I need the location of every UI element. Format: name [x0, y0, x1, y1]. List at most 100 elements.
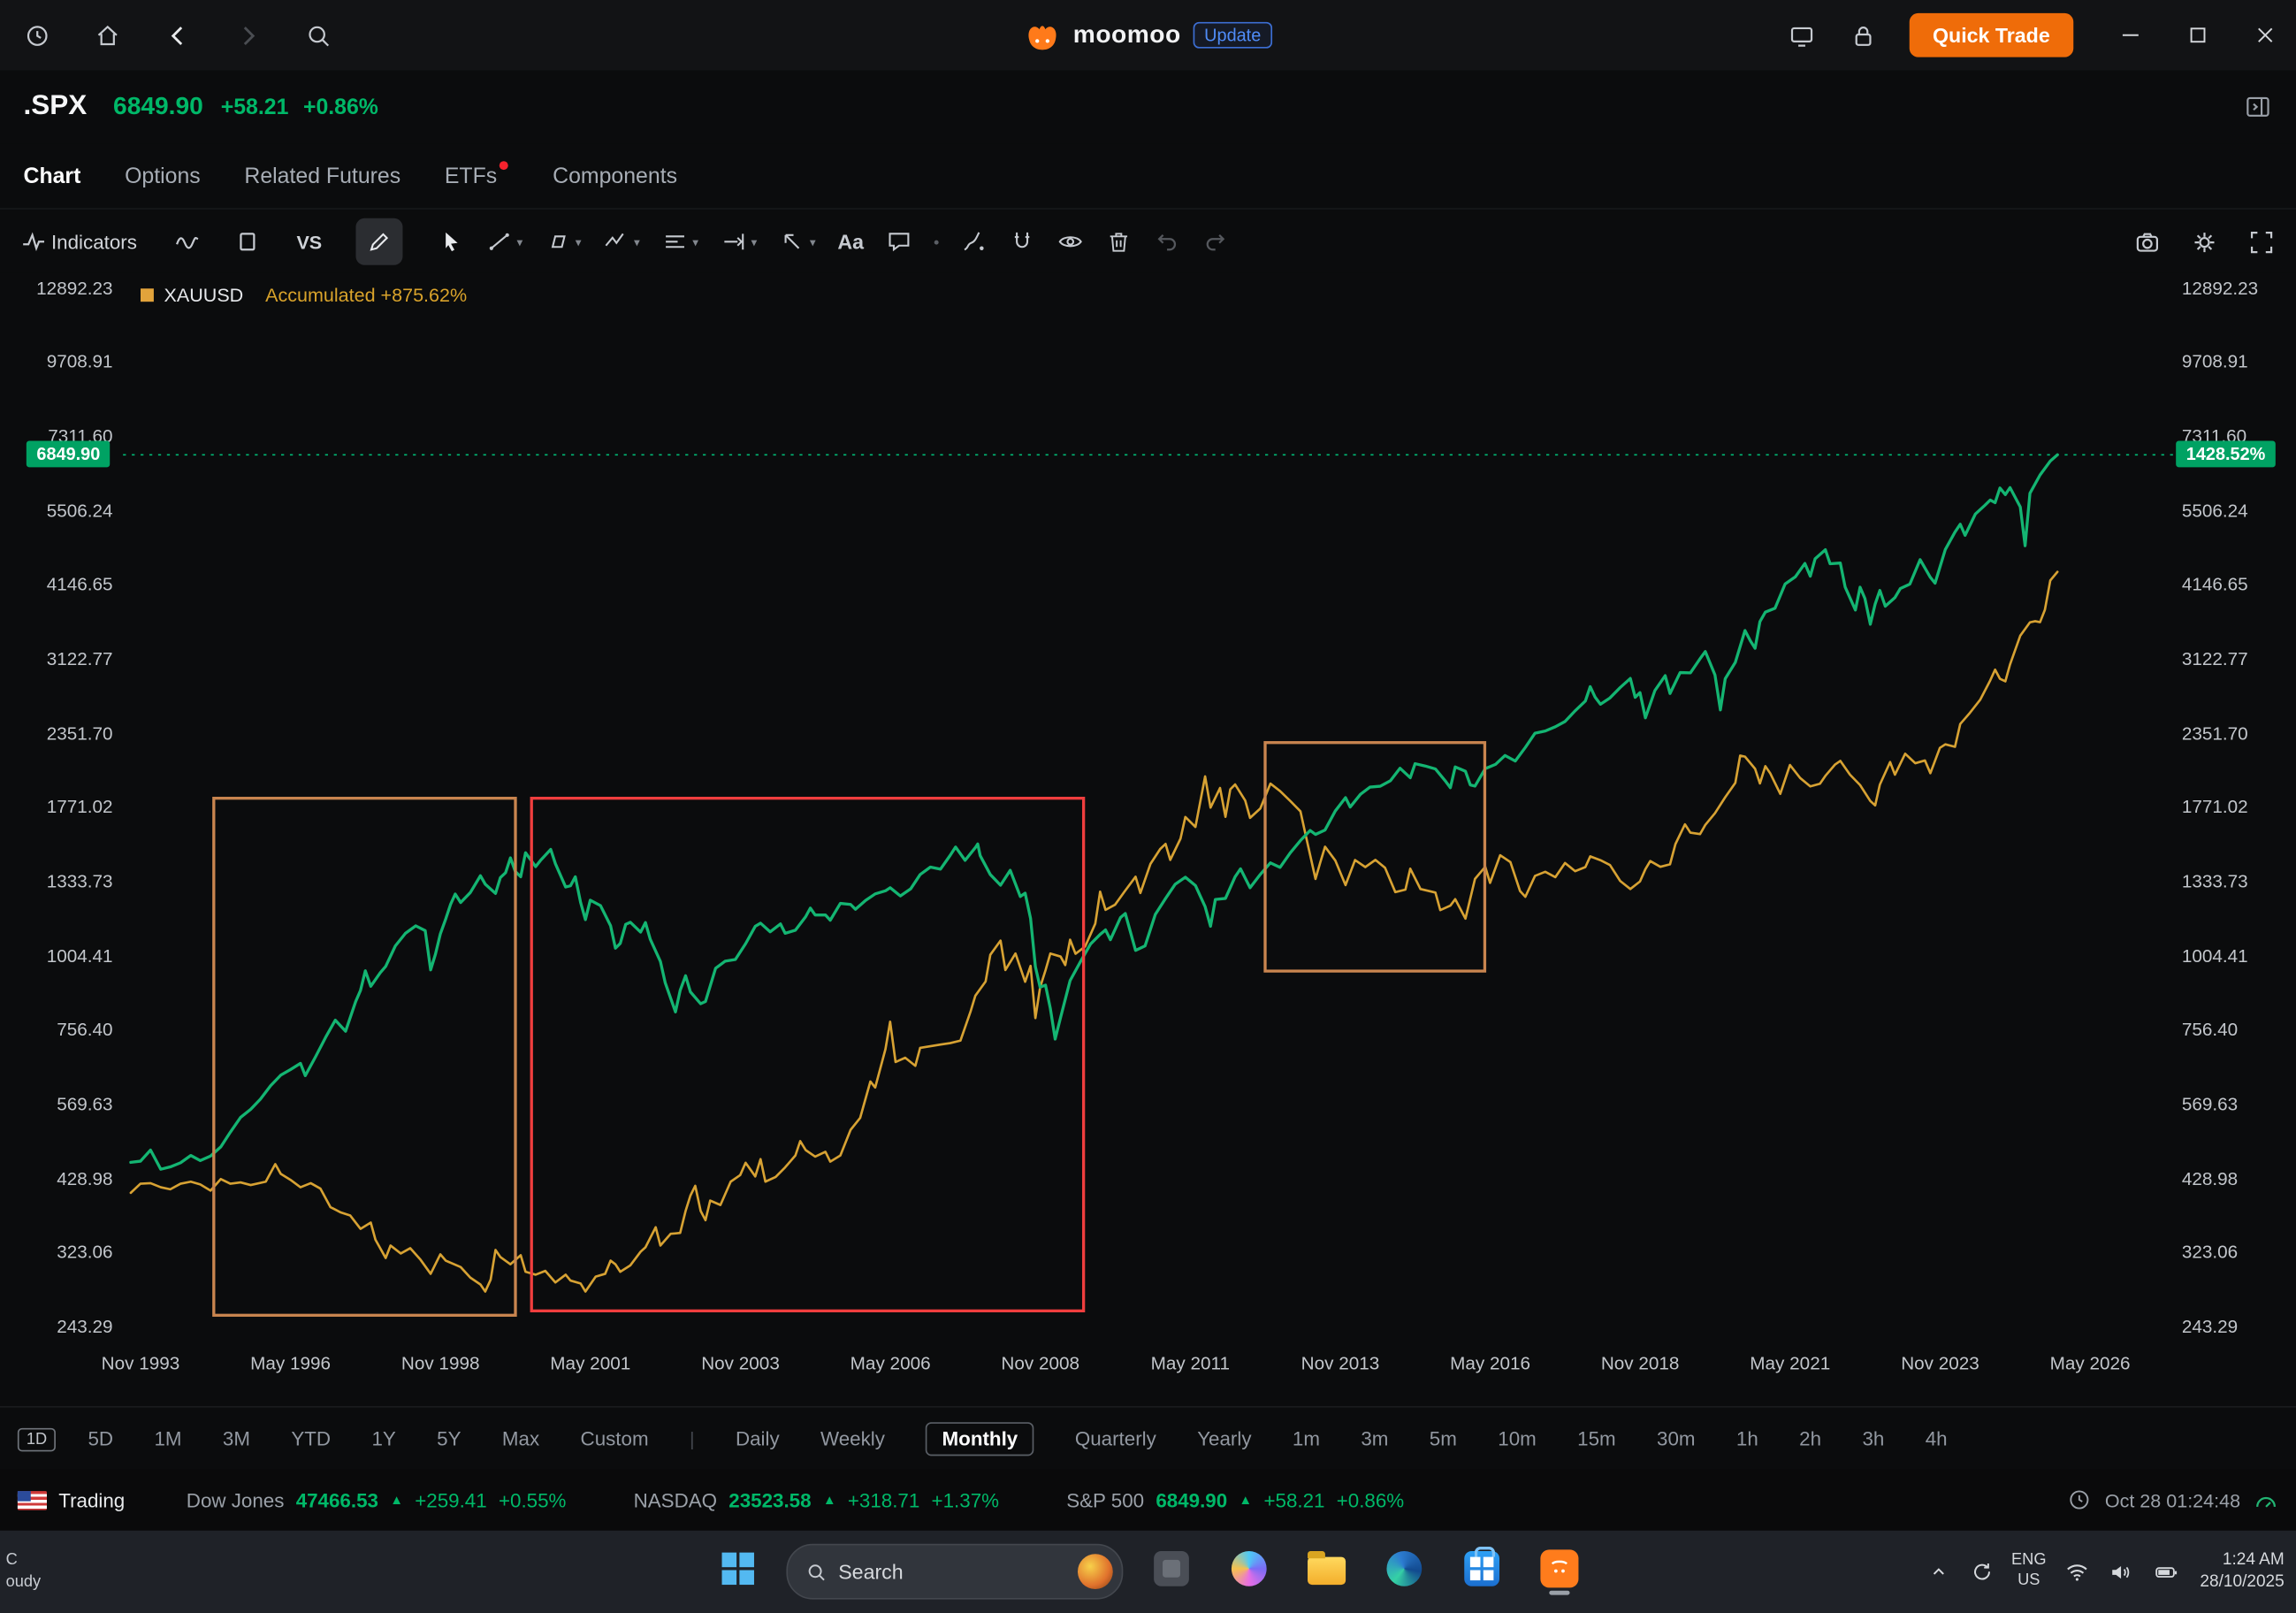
timeframe-1d-chip[interactable]: 1D — [18, 1427, 56, 1451]
wave-pattern-tool-button[interactable]: ▾ — [603, 228, 639, 255]
timeframe-quarterly[interactable]: Quarterly — [1075, 1428, 1156, 1450]
index-change-pct: +0.55% — [499, 1489, 566, 1511]
timeframe-2h[interactable]: 2h — [1799, 1428, 1821, 1450]
y-axis-label: 428.98 — [2182, 1168, 2238, 1189]
timeframe-1y[interactable]: 1Y — [371, 1428, 395, 1450]
taskbar-edge-icon[interactable] — [1374, 1551, 1432, 1594]
delete-drawings-button[interactable] — [1105, 228, 1132, 255]
chart-area[interactable]: XAUUSD Accumulated +875.62% 12892.239708… — [0, 272, 2296, 1406]
timeframe-yearly[interactable]: Yearly — [1197, 1428, 1251, 1450]
chevron-down-icon[interactable]: ▾ — [751, 235, 758, 248]
timeframe-15m[interactable]: 15m — [1577, 1428, 1616, 1450]
search-daily-image[interactable] — [1077, 1555, 1112, 1590]
comment-tool-button[interactable] — [886, 228, 912, 255]
tab-etfs[interactable]: ETFs — [445, 164, 509, 188]
drawing-rect-1[interactable] — [214, 799, 515, 1316]
timeframe-daily[interactable]: Daily — [736, 1428, 780, 1450]
draw-pencil-button[interactable] — [355, 218, 402, 265]
cursor-tool-button[interactable] — [438, 228, 464, 255]
weather-widget[interactable]: C oudy — [6, 1550, 42, 1594]
chart-style-candle-icon[interactable] — [233, 228, 260, 255]
taskbar-moomoo-icon[interactable] — [1529, 1549, 1588, 1594]
timeframe-max[interactable]: Max — [502, 1428, 539, 1450]
index-s-p-500[interactable]: S&P 5006849.90▲+58.21+0.86% — [1066, 1489, 1404, 1511]
price-chart-canvas[interactable] — [0, 272, 2296, 1406]
taskbar-store-icon[interactable] — [1452, 1551, 1510, 1594]
tab-components[interactable]: Components — [553, 164, 677, 188]
network-speed-icon[interactable] — [2254, 1489, 2278, 1511]
chevron-down-icon[interactable]: ▾ — [576, 235, 582, 248]
drawing-rect-2[interactable] — [531, 799, 1083, 1311]
timeframe-ytd[interactable]: YTD — [291, 1428, 331, 1450]
history-icon[interactable] — [20, 19, 52, 51]
timeframe-custom[interactable]: Custom — [581, 1428, 649, 1450]
text-tool-button[interactable]: Aa — [837, 230, 864, 254]
tray-sync-icon[interactable] — [1969, 1560, 1993, 1584]
home-icon[interactable] — [91, 19, 123, 51]
tray-chevron-up-icon[interactable] — [1926, 1560, 1950, 1584]
timeframe-5y[interactable]: 5Y — [437, 1428, 461, 1450]
lines-tool-button[interactable]: ▾ — [661, 228, 698, 255]
language-switcher[interactable]: ENG US — [2011, 1552, 2046, 1593]
tab-related-futures[interactable]: Related Futures — [244, 164, 400, 188]
timeframe-5m[interactable]: 5m — [1430, 1428, 1457, 1450]
tab-chart[interactable]: Chart — [24, 164, 81, 188]
taskbar-search-box[interactable]: Search — [786, 1544, 1123, 1600]
timeframe-1m[interactable]: 1M — [154, 1428, 181, 1450]
undo-button[interactable] — [1154, 228, 1180, 255]
timeframe-30m[interactable]: 30m — [1657, 1428, 1696, 1450]
fullscreen-button[interactable] — [2247, 228, 2275, 256]
snapshot-camera-button[interactable] — [2133, 228, 2161, 256]
timeframe-1h[interactable]: 1h — [1736, 1428, 1758, 1450]
shape-tool-button[interactable]: ▾ — [545, 228, 581, 255]
timeframe-3m[interactable]: 3m — [1361, 1428, 1388, 1450]
timeframe-3h[interactable]: 3h — [1862, 1428, 1884, 1450]
chart-settings-gear-button[interactable] — [2191, 228, 2218, 256]
screen-cast-icon[interactable] — [1786, 19, 1818, 51]
indicators-button[interactable]: Indicators — [20, 228, 137, 255]
start-button[interactable] — [708, 1552, 767, 1592]
taskbar-pinned-app-icon[interactable] — [1141, 1551, 1200, 1594]
collapse-panel-icon[interactable] — [2243, 92, 2272, 121]
index-dow-jones[interactable]: Dow Jones47466.53▲+259.41+0.55% — [187, 1489, 567, 1511]
chevron-down-icon[interactable]: ▾ — [516, 235, 523, 248]
timeframe-3m[interactable]: 3M — [223, 1428, 250, 1450]
timeframe-4h[interactable]: 4h — [1926, 1428, 1948, 1450]
index-nasdaq[interactable]: NASDAQ23523.58▲+318.71+1.37% — [634, 1489, 999, 1511]
timeframe-monthly[interactable]: Monthly — [926, 1422, 1034, 1456]
redo-button[interactable] — [1202, 228, 1229, 255]
chevron-down-icon[interactable]: ▾ — [634, 235, 640, 248]
volume-icon[interactable] — [2109, 1559, 2134, 1584]
tab-options[interactable]: Options — [125, 164, 201, 188]
chart-style-line-icon[interactable] — [173, 228, 200, 255]
timeframe-5d[interactable]: 5D — [88, 1428, 113, 1450]
back-icon[interactable] — [161, 19, 193, 51]
quick-trade-button[interactable]: Quick Trade — [1909, 13, 2073, 57]
timeframe-weekly[interactable]: Weekly — [820, 1428, 885, 1450]
magnet-tool-button[interactable] — [1009, 228, 1035, 255]
timeframe-1m[interactable]: 1m — [1293, 1428, 1320, 1450]
timeframe-10m[interactable]: 10m — [1498, 1428, 1537, 1450]
close-button[interactable] — [2249, 19, 2281, 51]
price-line-tool-button[interactable]: ▾ — [721, 228, 757, 255]
taskbar-copilot-icon[interactable] — [1219, 1551, 1278, 1594]
compare-legend[interactable]: XAUUSD Accumulated +875.62% — [141, 284, 467, 306]
search-icon[interactable] — [301, 19, 333, 51]
taskbar-file-explorer-icon[interactable] — [1297, 1551, 1355, 1592]
update-badge[interactable]: Update — [1193, 22, 1273, 49]
forward-icon[interactable] — [232, 19, 263, 51]
wifi-icon[interactable] — [2065, 1559, 2090, 1584]
maximize-button[interactable] — [2182, 19, 2214, 51]
chevron-down-icon[interactable]: ▾ — [810, 235, 816, 248]
compare-vs-button[interactable]: VS — [296, 231, 322, 253]
visibility-eye-button[interactable] — [1057, 228, 1084, 255]
lock-icon[interactable] — [1848, 19, 1880, 51]
chevron-down-icon[interactable]: ▾ — [692, 235, 698, 248]
battery-icon[interactable] — [2153, 1559, 2180, 1584]
arrow-tool-button[interactable]: ▾ — [779, 228, 815, 255]
signature-tool-button[interactable] — [960, 228, 987, 255]
trendline-tool-button[interactable]: ▾ — [486, 228, 523, 255]
minimize-button[interactable] — [2115, 19, 2147, 51]
taskbar-clock[interactable]: 1:24 AM 28/10/2025 — [2200, 1550, 2284, 1594]
microsoft-store-icon — [1463, 1551, 1499, 1586]
